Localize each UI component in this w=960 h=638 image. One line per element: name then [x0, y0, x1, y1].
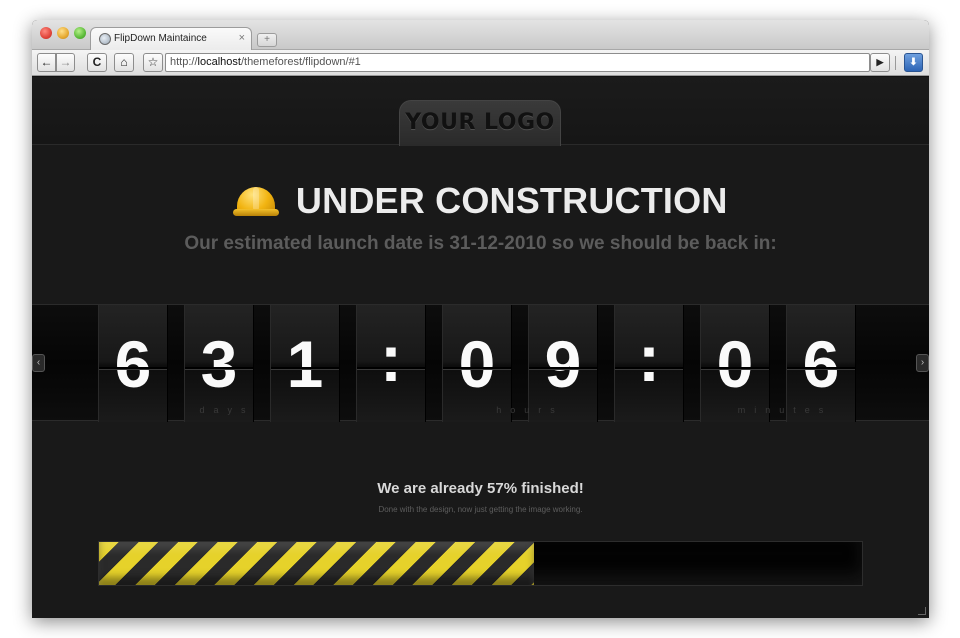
- download-icon[interactable]: ⬇: [904, 53, 923, 72]
- page-content: YOUR LOGO UNDER CONSTRUCTION Our estimat…: [32, 77, 929, 618]
- days-digit-1: 6: [98, 305, 168, 422]
- progress-track: [98, 541, 863, 586]
- tab-title: FlipDown Maintaince: [114, 33, 207, 44]
- toolbar-divider: [895, 56, 896, 70]
- url-host: localhost: [197, 56, 241, 68]
- reload-button[interactable]: C: [87, 53, 107, 72]
- progress-title: We are already 57% finished!: [377, 480, 584, 497]
- home-button[interactable]: ⌂: [114, 53, 134, 72]
- separator-1: :: [356, 305, 426, 422]
- url-path: /themeforest/flipdown/#1: [240, 56, 361, 68]
- minutes-label: minutes: [737, 405, 833, 415]
- header-band: YOUR LOGO: [32, 77, 929, 146]
- title-row: UNDER CONSTRUCTION: [32, 180, 929, 222]
- new-tab-button[interactable]: +: [257, 33, 277, 47]
- page-title: UNDER CONSTRUCTION: [295, 180, 728, 221]
- next-arrow-button[interactable]: ›: [916, 354, 929, 372]
- close-window-button[interactable]: [40, 27, 52, 39]
- back-button[interactable]: ←: [37, 53, 56, 72]
- globe-icon: [99, 33, 111, 45]
- hard-hat-icon: [233, 185, 280, 217]
- browser-toolbar: ← → C ⌂ ☆ http://localhost/themeforest/f…: [32, 50, 929, 76]
- progress-fill: [99, 542, 534, 585]
- days-label: days: [199, 405, 255, 415]
- tab-strip: FlipDown Maintaince × +: [32, 20, 929, 51]
- forward-button[interactable]: →: [56, 53, 75, 72]
- browser-tab[interactable]: FlipDown Maintaince ×: [90, 27, 252, 51]
- go-button[interactable]: ▶: [870, 53, 890, 72]
- browser-window: FlipDown Maintaince × + ← → C ⌂ ☆ http:/…: [32, 20, 929, 618]
- prev-arrow-button[interactable]: ‹: [32, 354, 45, 372]
- bookmark-star-icon[interactable]: ☆: [143, 53, 163, 72]
- zoom-window-button[interactable]: [74, 27, 86, 39]
- minimize-window-button[interactable]: [57, 27, 69, 39]
- hours-label: hours: [496, 405, 564, 415]
- address-bar[interactable]: http://localhost/themeforest/flipdown/#1: [165, 53, 870, 72]
- url-scheme: http://: [170, 56, 198, 68]
- resize-grip[interactable]: [918, 607, 926, 615]
- days-digit-3: 1: [270, 305, 340, 422]
- separator-2: :: [614, 305, 684, 422]
- close-tab-icon[interactable]: ×: [239, 32, 245, 44]
- site-logo[interactable]: YOUR LOGO: [399, 100, 561, 146]
- launch-date-text: Our estimated launch date is 31-12-2010 …: [184, 233, 777, 254]
- progress-subtitle: Done with the design, now just getting t…: [378, 505, 583, 514]
- countdown-band: ‹ 6 3 1 : 0 9 : 0 6 days hours minutes ›: [32, 304, 929, 422]
